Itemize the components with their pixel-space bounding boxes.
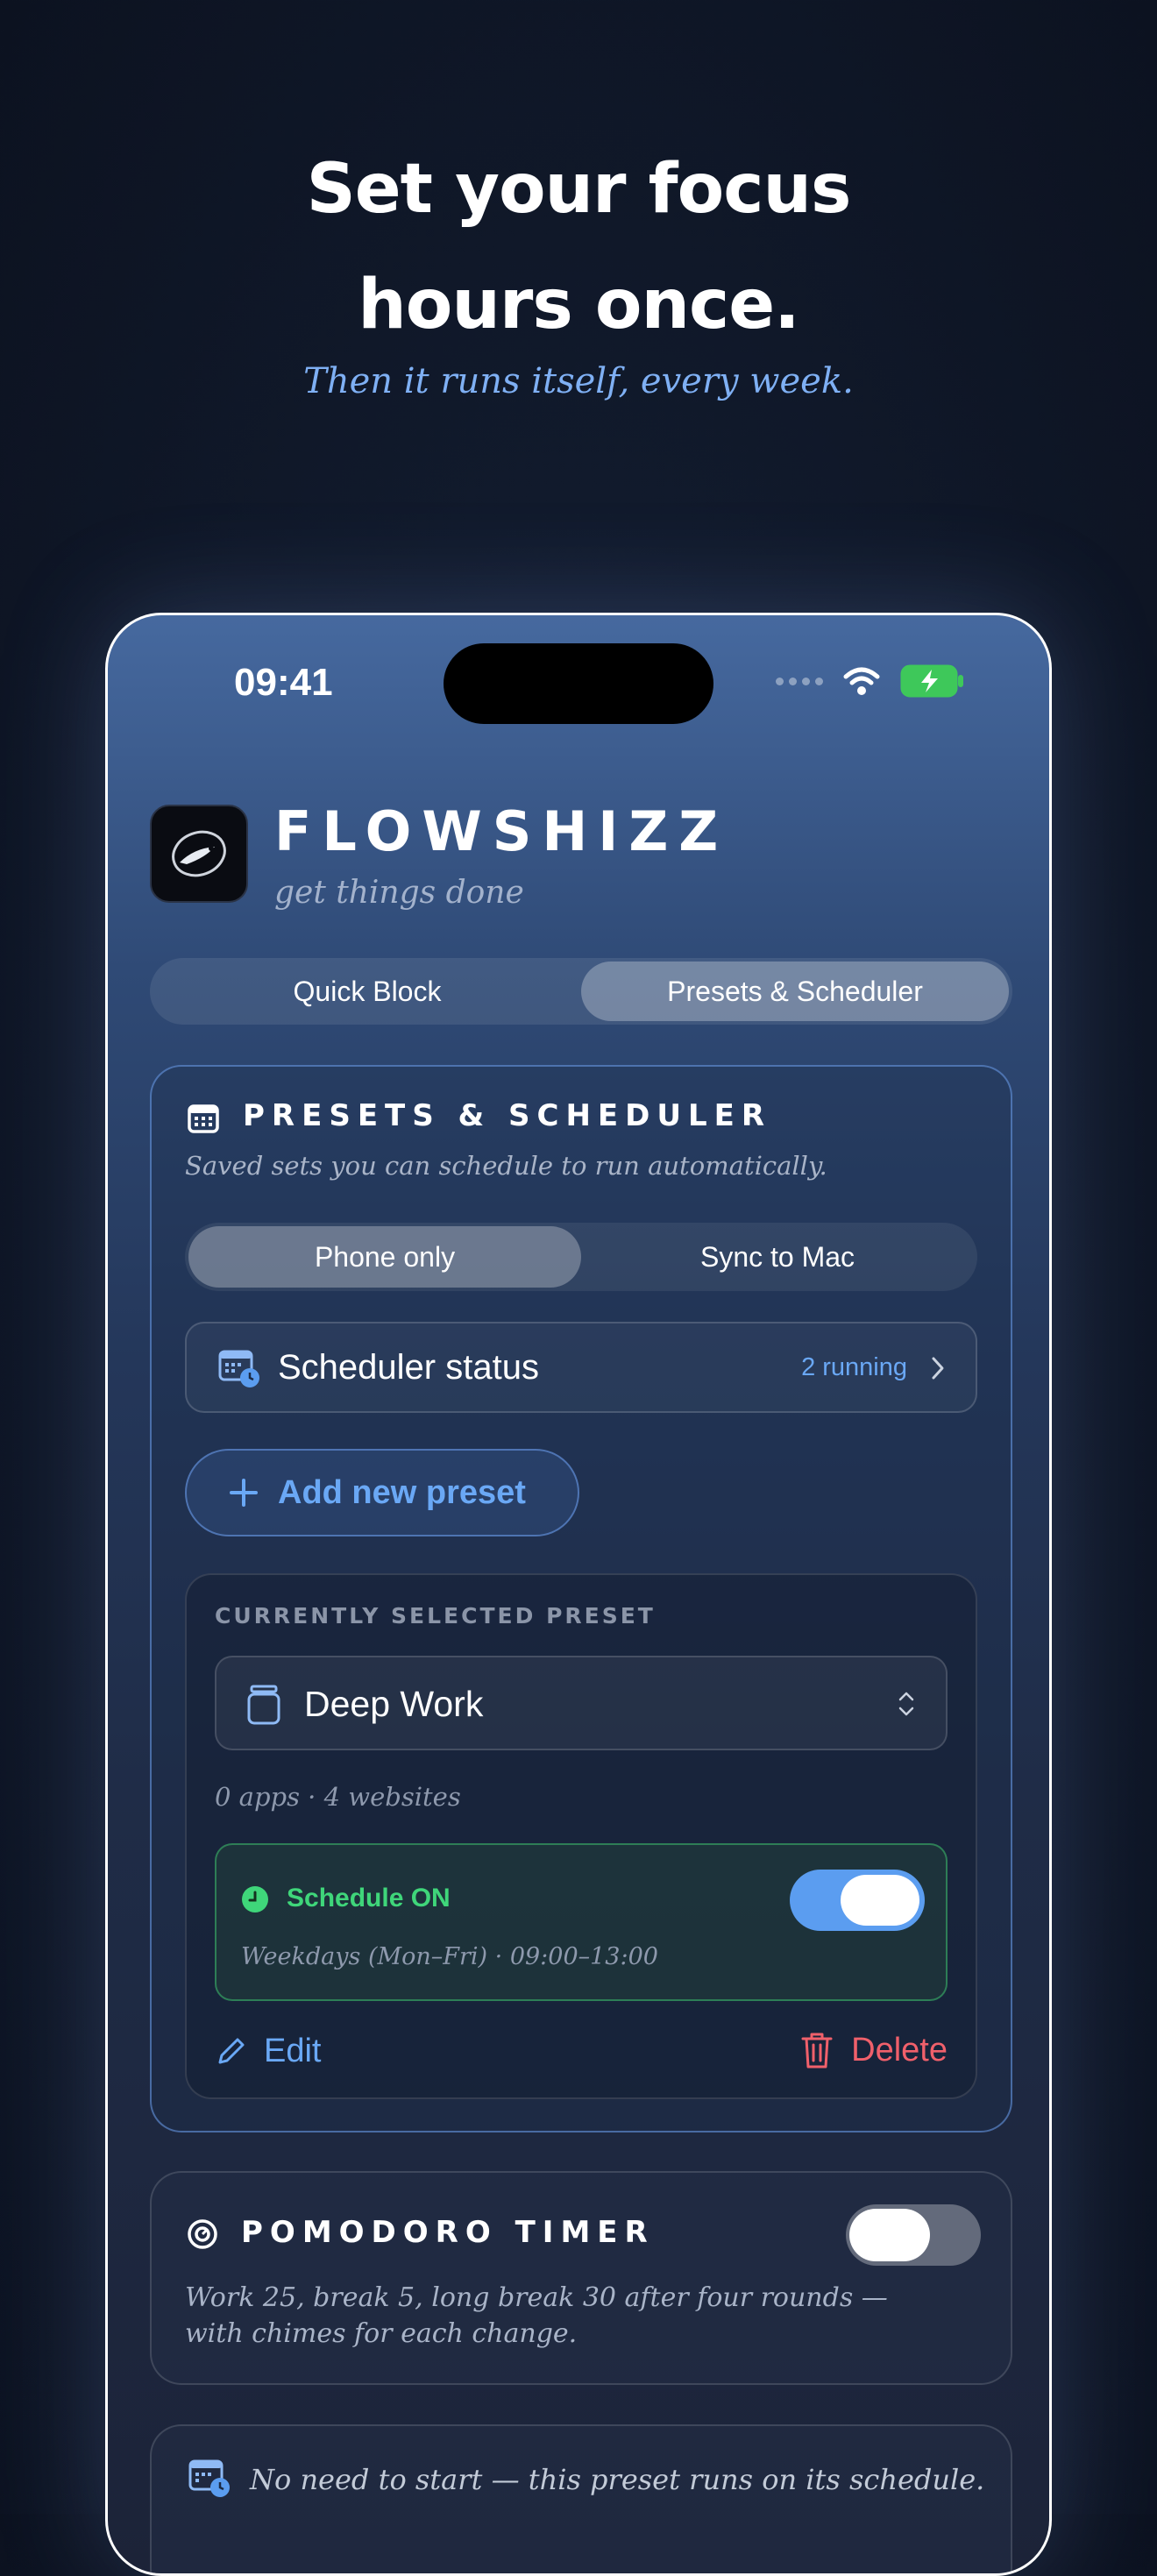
schedule-info-text: No need to start — this preset runs on i… [250,2463,985,2496]
pomodoro-card: POMODORO TIMER Work 25, break 5, long br… [150,2171,1012,2385]
add-preset-label: Add new preset [278,1473,526,1511]
scheduler-running-count: 2 running [801,1353,907,1381]
presets-card: PRESETS & SCHEDULER Saved sets you can s… [150,1065,1012,2132]
pomodoro-toggle[interactable] [846,2204,981,2266]
trash-icon [801,2033,833,2069]
schedule-info-card: No need to start — this preset runs on i… [150,2424,1012,2573]
wifi-icon [843,667,880,695]
presets-description: Saved sets you can schedule to run autom… [185,1151,827,1181]
option-sync-to-mac[interactable]: Sync to Mac [581,1226,974,1288]
main-tabs: Quick Block Presets & Scheduler [150,958,1012,1025]
app-tagline: get things done [274,875,524,911]
subheadline: Then it runs itself, every week. [303,361,854,401]
tab-presets-scheduler[interactable]: Presets & Scheduler [581,962,1009,1021]
dynamic-island [444,643,713,724]
scheduler-status-row[interactable]: Scheduler status 2 running [185,1322,977,1413]
schedule-toggle[interactable] [790,1870,925,1931]
pomodoro-title: POMODORO TIMER [241,2215,655,2250]
headline-line-2: hours once. [358,266,800,344]
option-phone-only[interactable]: Phone only [188,1226,581,1288]
calendar-icon [188,1104,219,1133]
edit-label: Edit [264,2033,322,2069]
timer-icon [188,2219,217,2249]
calendar-clock-icon [188,2459,230,2497]
delete-label: Delete [851,2031,948,2069]
status-time: 09:41 [234,661,333,704]
delete-button[interactable]: Delete [800,2031,948,2069]
scheduler-calendar-icon [218,1350,259,1387]
pomodoro-description: Work 25, break 5, long break 30 after fo… [185,2282,888,2349]
status-icons [776,664,965,698]
battery-icon [900,664,963,698]
plus-icon [230,1479,258,1507]
selected-preset-card: CURRENTLY SELECTED PRESET Deep Work 0 ap… [185,1573,977,2099]
preset-name: Deep Work [304,1684,484,1724]
selected-preset-heading: CURRENTLY SELECTED PRESET [215,1603,656,1629]
schedule-box: Schedule ON Weekdays (Mon–Fri) · 09:00–1… [215,1843,948,2001]
schedule-details: Weekdays (Mon–Fri) · 09:00–13:00 [241,1943,658,1970]
phone-frame: 09:41 FLOWSHIZZ get things done Quick Bl… [105,613,1052,2576]
chevron-up-down-icon [898,1692,914,1716]
app-name: FLOWSHIZZ [274,799,729,863]
preset-summary: 0 apps · 4 websites [215,1782,461,1812]
add-preset-button[interactable]: Add new preset [185,1449,579,1536]
chevron-right-icon [932,1357,944,1380]
schedule-label: Schedule ON [287,1884,451,1912]
sync-toggle: Phone only Sync to Mac [185,1223,977,1291]
jar-icon [247,1685,280,1725]
pencil-icon [218,2038,245,2063]
headline-line-1: Set your focus [306,150,852,229]
edit-button[interactable]: Edit [215,2033,321,2070]
clock-icon [242,1886,268,1912]
preset-select[interactable]: Deep Work [215,1656,948,1750]
presets-title: PRESETS & SCHEDULER [243,1098,772,1133]
headline: Set your focus hours once. [0,131,1157,363]
app-logo-icon [150,805,248,903]
signal-icon [776,677,823,685]
scheduler-status-label: Scheduler status [278,1348,539,1387]
tab-quick-block[interactable]: Quick Block [153,962,581,1021]
